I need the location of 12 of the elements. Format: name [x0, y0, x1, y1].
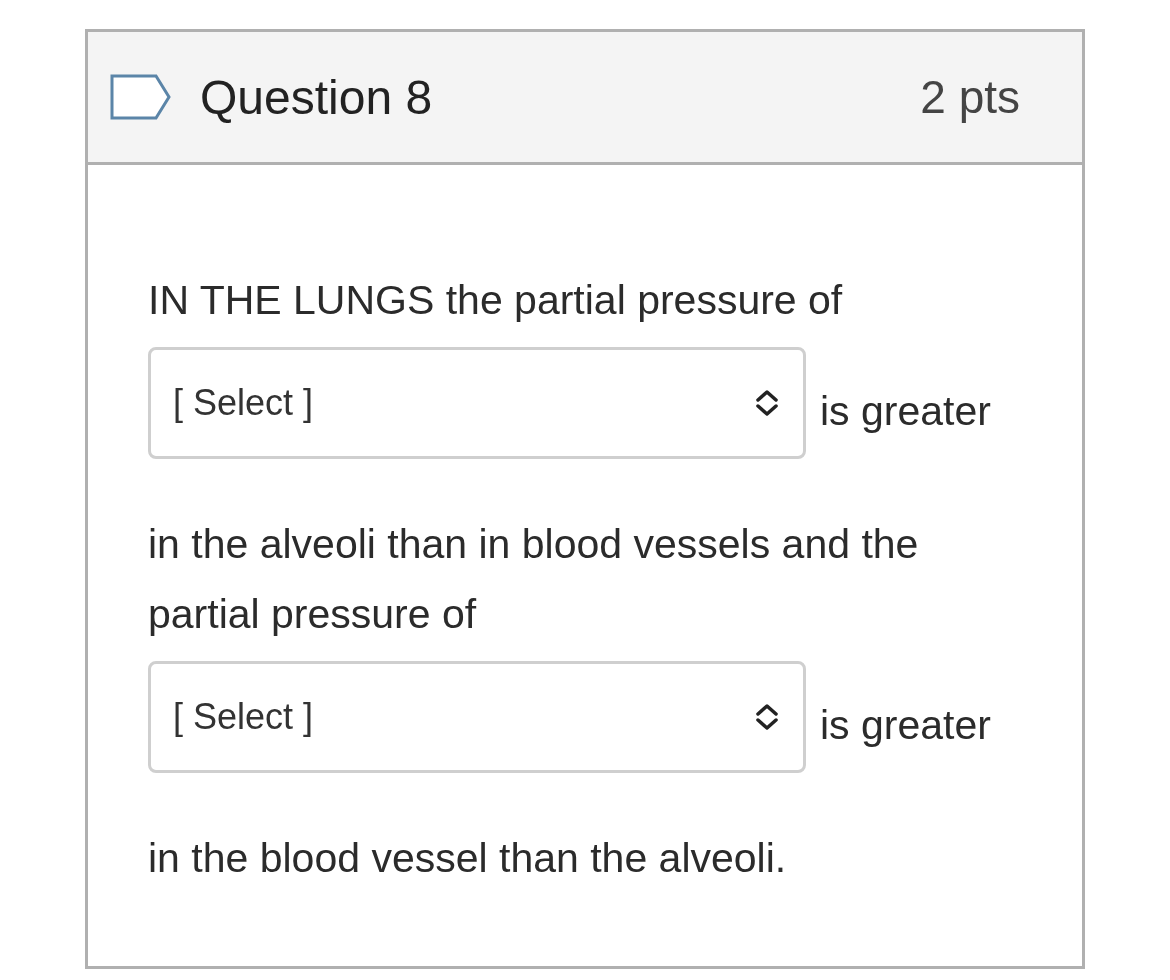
updown-caret-icon	[755, 388, 779, 418]
answer-dropdown[interactable]: [ Select ]	[148, 661, 806, 773]
question-text: IN THE LUNGS the partial pressure of	[148, 276, 844, 325]
answer-dropdown[interactable]: [ Select ]	[148, 347, 806, 459]
question-title: Question 8	[200, 69, 434, 125]
question-text: is greater	[820, 701, 991, 749]
flag-icon[interactable]	[110, 74, 172, 120]
question-text: is greater	[820, 387, 991, 435]
points-label: 2 pts	[920, 70, 1020, 124]
question-text: in the alveoli than in blood vessels and the partial pressure of	[148, 520, 920, 639]
question-text: in the blood vessel than the alveoli.	[148, 834, 788, 883]
updown-caret-icon	[755, 702, 779, 732]
